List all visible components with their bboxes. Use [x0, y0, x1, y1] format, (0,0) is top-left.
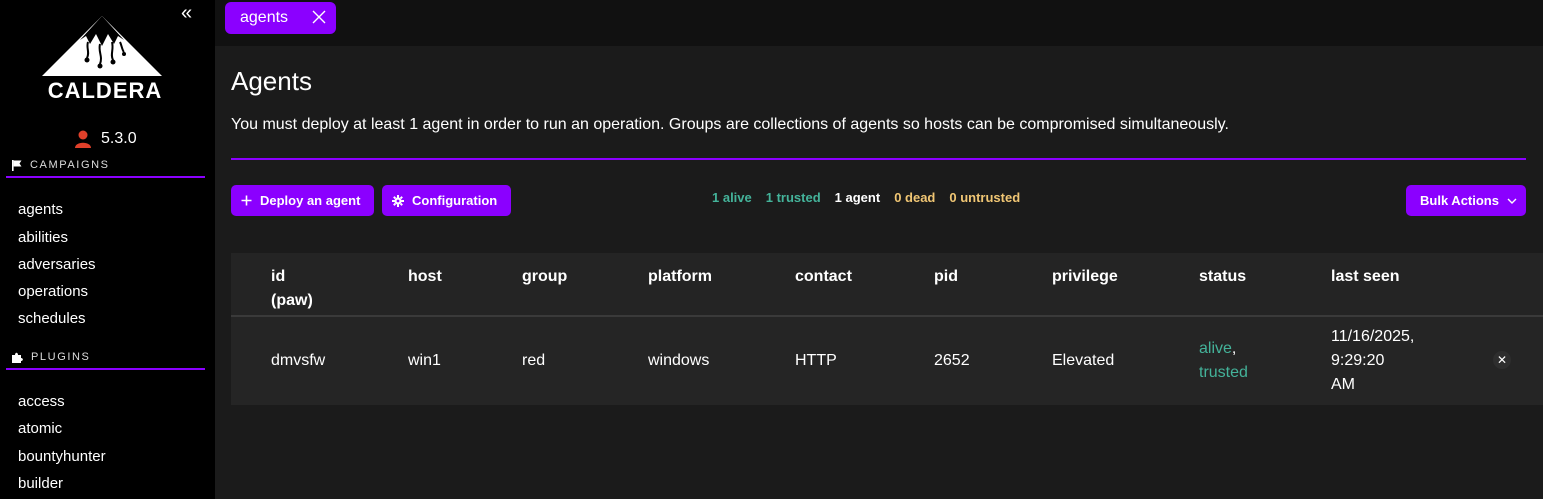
tab-label: agents	[240, 9, 289, 26]
collapse-sidebar-icon[interactable]: «	[181, 3, 201, 24]
puzzle-icon	[12, 352, 23, 363]
sidebar-item-adversaries[interactable]: adversaries	[18, 256, 96, 273]
cell-privilege: Elevated	[1052, 352, 1115, 369]
sidebar-item-atomic[interactable]: atomic	[18, 420, 62, 437]
alive-count: 1 alive	[712, 190, 752, 205]
col-host[interactable]: host	[408, 265, 442, 289]
version-row: 5.3.0	[75, 130, 137, 148]
last-seen-time: 9:29:20	[1331, 352, 1385, 369]
gear-icon	[392, 194, 404, 207]
col-last-seen[interactable]: last seen	[1331, 265, 1399, 289]
col-id-sublabel: (paw)	[271, 292, 313, 309]
deploy-agent-button[interactable]: Deploy an agent	[231, 185, 374, 216]
sidebar-item-schedules[interactable]: schedules	[18, 310, 86, 327]
status-separator: ,	[1231, 340, 1237, 357]
col-group[interactable]: group	[522, 265, 567, 289]
configuration-button[interactable]: Configuration	[382, 185, 511, 216]
status-alive: alive	[1199, 340, 1232, 357]
delete-agent-icon[interactable]: ✕	[1493, 351, 1511, 369]
sidebar-item-access[interactable]: access	[18, 393, 65, 410]
col-pid[interactable]: pid	[934, 265, 958, 289]
tab-agents[interactable]: agents	[225, 2, 336, 34]
cell-host: win1	[408, 352, 441, 369]
sidebar-item-agents[interactable]: agents	[18, 201, 63, 218]
table-header: id (paw) host group platform contact pid…	[231, 253, 1543, 317]
bulk-actions-label: Bulk Actions	[1420, 193, 1499, 208]
cell-contact: HTTP	[795, 352, 837, 369]
col-id[interactable]: id (paw)	[271, 265, 313, 313]
divider	[231, 158, 1526, 160]
user-icon[interactable]	[75, 130, 91, 148]
campaigns-label: CAMPAIGNS	[30, 159, 110, 171]
table-row[interactable]: dmvsfw win1 red windows HTTP 2652 Elevat…	[231, 317, 1543, 405]
cell-status: alive, trusted	[1199, 337, 1248, 385]
agent-counts: 1 alive 1 trusted 1 agent 0 dead 0 untru…	[712, 190, 1020, 205]
tab-bar: agents	[215, 0, 1543, 46]
cell-paw: dmvsfw	[271, 352, 326, 369]
sidebar-item-bountyhunter[interactable]: bountyhunter	[18, 448, 106, 465]
page-title: Agents	[231, 66, 312, 96]
sidebar-item-operations[interactable]: operations	[18, 283, 88, 300]
agents-table: id (paw) host group platform contact pid…	[231, 253, 1543, 405]
deploy-agent-label: Deploy an agent	[260, 193, 361, 208]
main-content: Agents You must deploy at least 1 agent …	[215, 46, 1543, 499]
caldera-logo: CALDERA	[40, 14, 170, 103]
col-status[interactable]: status	[1199, 265, 1246, 289]
cell-last-seen: 11/16/2025, 9:29:20 AM	[1331, 325, 1414, 397]
agent-count: 1 agent	[834, 190, 881, 205]
sidebar-item-abilities[interactable]: abilities	[18, 229, 68, 246]
plugins-label: PLUGINS	[31, 351, 91, 363]
close-icon[interactable]	[312, 10, 326, 24]
configuration-label: Configuration	[412, 193, 498, 208]
status-trusted: trusted	[1199, 364, 1248, 381]
col-platform[interactable]: platform	[648, 265, 712, 289]
campaigns-header: CAMPAIGNS	[6, 158, 205, 178]
sidebar: « CALDERA 5.3.0 CAMPAIGNS agents abiliti…	[0, 0, 215, 499]
col-privilege[interactable]: privilege	[1052, 265, 1118, 289]
last-seen-date: 11/16/2025,	[1331, 328, 1415, 345]
chevron-down-icon	[1507, 198, 1517, 204]
cell-pid: 2652	[934, 352, 970, 369]
col-contact[interactable]: contact	[795, 265, 852, 289]
cell-platform: windows	[648, 352, 710, 369]
sidebar-item-builder[interactable]: builder	[18, 475, 63, 492]
dead-count: 0 dead	[894, 190, 936, 205]
cell-group: red	[522, 352, 546, 369]
mountain-logo-icon	[42, 16, 162, 76]
last-seen-ampm: AM	[1331, 376, 1355, 393]
bulk-actions-button[interactable]: Bulk Actions	[1406, 185, 1526, 216]
page-description: You must deploy at least 1 agent in orde…	[231, 116, 1229, 133]
untrusted-count: 0 untrusted	[949, 190, 1021, 205]
plus-icon	[241, 195, 252, 206]
flag-icon	[12, 159, 22, 171]
version-label: 5.3.0	[101, 130, 137, 147]
col-id-label: id	[271, 268, 286, 285]
trusted-count: 1 trusted	[765, 190, 821, 205]
logo-text: CALDERA	[47, 78, 163, 103]
plugins-header: PLUGINS	[6, 350, 205, 370]
